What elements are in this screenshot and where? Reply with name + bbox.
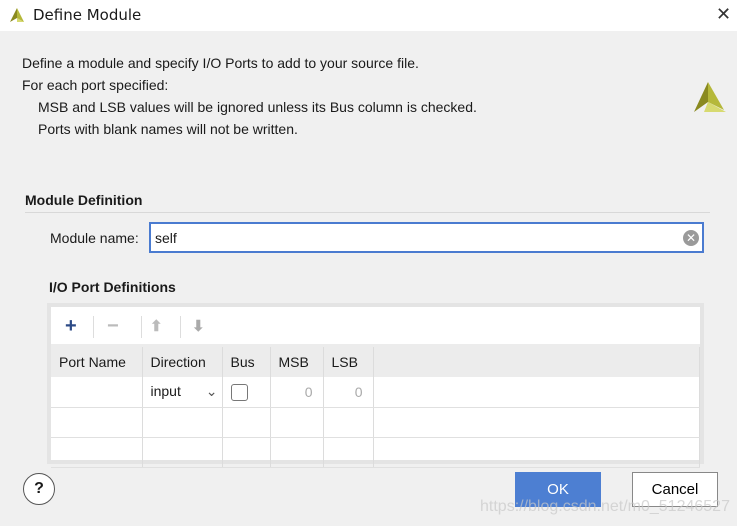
cell[interactable] [270,437,324,468]
table-row: input ⌄ 0 0 [51,377,700,408]
table-header: Port Name Direction Bus MSB LSB [51,347,700,377]
module-name-input[interactable]: self [149,222,704,253]
empty-cell [373,377,700,408]
cell[interactable] [323,437,374,468]
cell[interactable] [323,407,374,438]
cell[interactable] [222,437,271,468]
clear-input-icon[interactable]: ✕ [683,230,699,246]
divider [25,212,710,213]
divider [141,316,142,338]
io-port-panel: + − ⬆ ⬇ Port Name Direction Bus MSB LSB … [47,303,704,468]
add-port-button[interactable]: + [65,315,77,338]
column-header-port-name[interactable]: Port Name [51,347,143,377]
close-icon[interactable]: ✕ [716,4,731,25]
move-up-button[interactable]: ⬆ [150,317,163,335]
port-toolbar: + − ⬆ ⬇ [51,307,700,347]
window-title: Define Module [33,6,142,24]
cell[interactable] [142,437,223,468]
column-header-direction[interactable]: Direction [142,347,223,377]
msb-cell[interactable]: 0 [270,377,324,408]
table-row [51,407,700,438]
watermark: https://blog.csdn.net/m0_51246527 [480,498,730,515]
column-header-lsb[interactable]: LSB [323,347,374,377]
divider [180,316,181,338]
description-line: Define a module and specify I/O Ports to… [22,55,419,71]
vivado-logo-icon [10,8,24,22]
cell[interactable] [51,437,143,468]
direction-select[interactable]: input ⌄ [142,377,223,408]
cell [373,407,700,438]
cell[interactable] [142,407,223,438]
move-down-button[interactable]: ⬇ [192,317,205,335]
description-line: Ports with blank names will not be writt… [38,121,298,137]
cell[interactable] [222,407,271,438]
column-header-msb[interactable]: MSB [270,347,324,377]
table-row [51,437,700,468]
direction-value: input [150,383,181,400]
column-header-bus[interactable]: Bus [222,347,271,377]
cell[interactable] [270,407,324,438]
module-name-label: Module name: [50,230,139,246]
description-line: MSB and LSB values will be ignored unles… [38,99,477,115]
port-name-cell[interactable] [51,377,143,408]
divider [93,316,94,338]
description-line: For each port specified: [22,77,169,93]
title-bar: Define Module ✕ [0,0,737,31]
column-header-empty [373,347,700,377]
bus-cell [222,377,271,408]
help-button[interactable]: ? [23,473,55,505]
cell [373,437,700,468]
bus-checkbox[interactable] [230,383,248,401]
lsb-cell[interactable]: 0 [323,377,374,408]
io-port-definitions-heading: I/O Port Definitions [49,279,176,295]
vivado-logo-icon [694,82,726,112]
cell[interactable] [51,407,143,438]
module-definition-heading: Module Definition [25,192,143,208]
chevron-down-icon: ⌄ [205,383,218,400]
remove-port-button[interactable]: − [107,315,119,338]
port-table: Port Name Direction Bus MSB LSB input ⌄ 0… [51,347,700,468]
